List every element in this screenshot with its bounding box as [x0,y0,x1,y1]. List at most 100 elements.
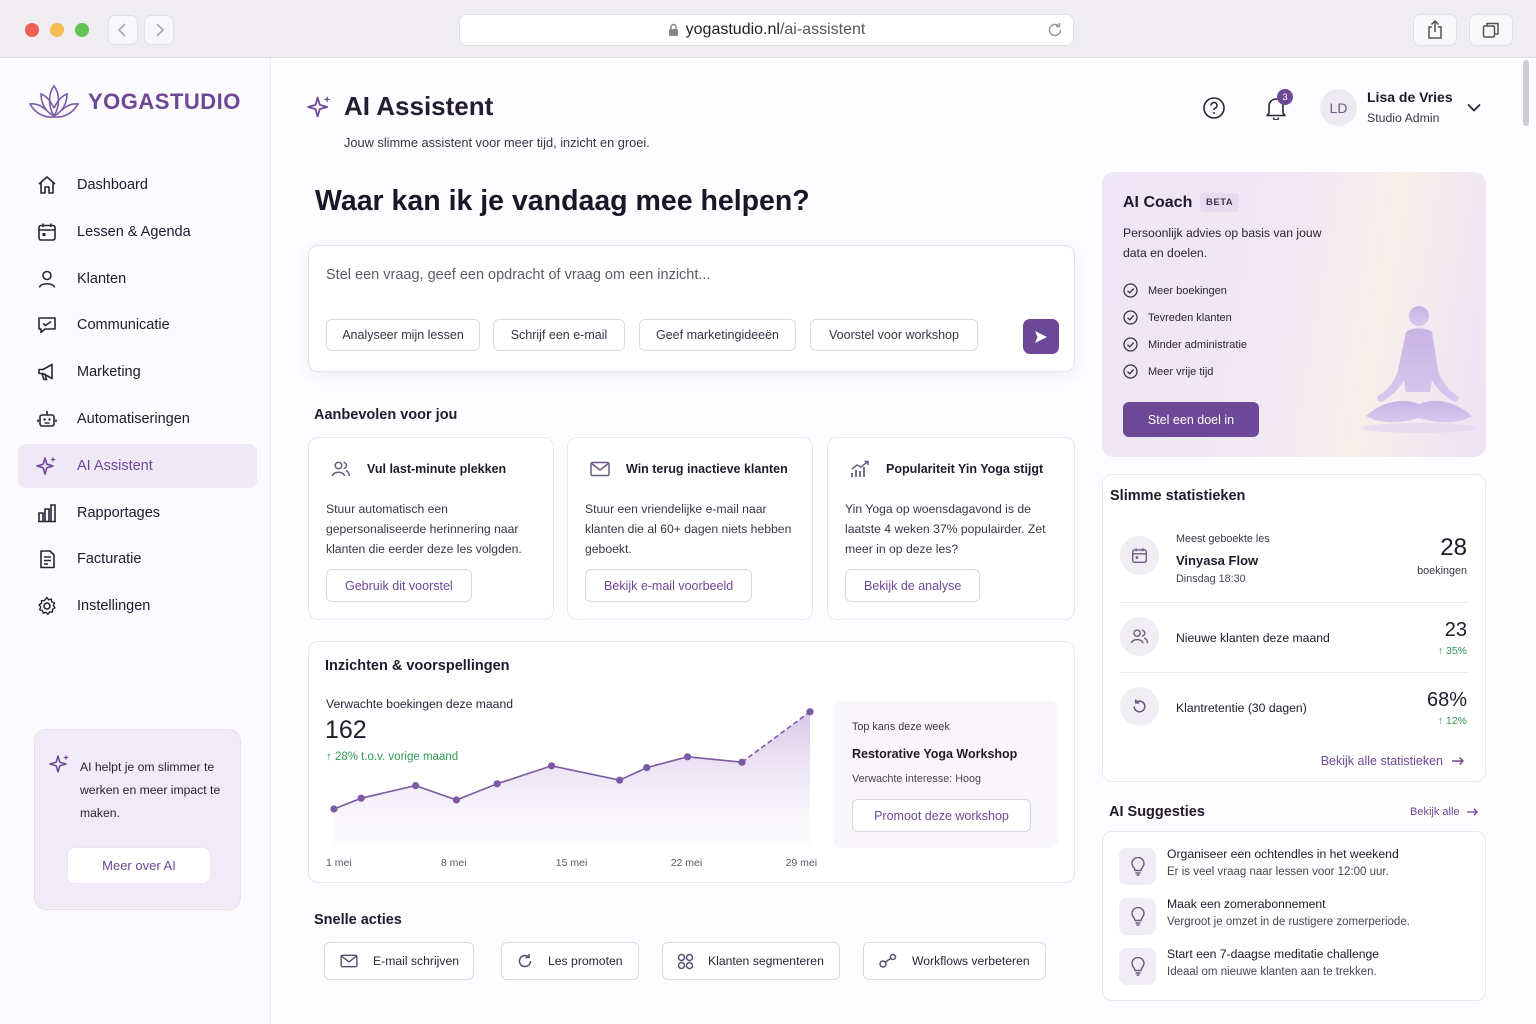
minimize-window-button[interactable] [50,23,64,37]
data-point[interactable] [643,764,651,772]
stat-change: ↑ 12% [1437,715,1467,727]
set-goal-button[interactable]: Stel een doel in [1123,402,1259,437]
meer-over-ai-button[interactable]: Meer over AI [67,847,211,884]
suggestion-subtitle: Vergroot je omzet in de rustigere zomerp… [1167,916,1410,928]
x-tick-label: 8 mei [440,857,467,869]
megaphone-icon [36,361,58,383]
logo[interactable]: YOGASTUDIO [28,82,241,122]
avatar[interactable]: LD [1320,89,1357,126]
sidebar-item-instellingen[interactable]: Instellingen [18,584,257,628]
home-icon [36,174,58,196]
suggestion-item[interactable]: Maak een zomerabonnement Vergroot je omz… [1117,897,1477,937]
close-window-button[interactable] [25,23,39,37]
top-opportunity-interest: Verwachte interesse: Hoog [852,773,982,785]
data-point[interactable] [738,758,746,766]
suggestion-subtitle: Ideaal om nieuwe klanten aan te trekken. [1167,966,1377,978]
user-role: Studio Admin [1367,111,1440,125]
data-point[interactable] [616,776,624,784]
use-suggestion-button[interactable]: Gebruik dit voorstel [326,569,472,602]
tabs-button[interactable] [1469,14,1513,46]
sidebar-item-automatiseringen[interactable]: Automatiseringen [18,397,257,441]
x-tick-label: 29 mei [785,857,818,869]
user-menu-toggle[interactable] [1466,99,1482,115]
sidebar-item-label: Communicatie [77,317,170,334]
sidebar-item-communicatie[interactable]: Communicatie [18,303,257,347]
view-all-stats-link[interactable]: Bekijk alle statistieken [1321,754,1465,768]
suggestion-item[interactable]: Start een 7-daagse meditatie challenge I… [1117,947,1477,987]
recommendation-card: Populariteit Yin Yoga stijgt Yin Yoga op… [827,437,1075,620]
data-point[interactable] [684,753,692,761]
send-button[interactable] [1023,319,1059,354]
lotus-logo-icon [28,84,80,118]
sidebar-item-lessen[interactable]: Lessen & Agenda [18,210,257,254]
forward-button[interactable] [144,15,174,45]
ai-coach-card: AI Coach BETA Persoonlijk advies op basi… [1102,172,1486,457]
stats-heading: Slimme statistieken [1110,488,1246,504]
quick-action-label: Les promoten [548,954,623,968]
prompt-box[interactable]: Stel een vraag, geef een opdracht of vra… [308,245,1075,372]
view-analysis-button[interactable]: Bekijk de analyse [845,569,981,602]
chip-marketingideeen[interactable]: Geef marketingideeën [639,319,796,351]
user-name[interactable]: Lisa de Vries [1367,89,1453,105]
coach-description: Persoonlijk advies op basis van jouw dat… [1123,226,1322,260]
check-circle-icon [1123,310,1138,325]
data-point[interactable] [493,780,501,788]
stat-row-retention: Klantretentie (30 dagen) 68% ↑ 12% [1103,673,1487,743]
sidebar-item-label: AI Assistent [77,457,153,474]
arrow-right-icon [1452,757,1464,765]
quick-action-workflows[interactable]: Workflows verbeteren [863,942,1046,980]
quick-action-email[interactable]: E-mail schrijven [324,942,474,980]
check-circle-icon [1123,283,1138,298]
link-label: Bekijk alle statistieken [1320,754,1443,768]
reload-icon[interactable] [1046,21,1064,39]
view-all-suggestions-link[interactable]: Bekijk alle [1410,806,1479,818]
x-tick-label: 1 mei [326,857,352,869]
back-button[interactable] [108,15,138,45]
address-bar[interactable]: yogastudio.nl/ai-assistent [459,14,1074,46]
data-point[interactable] [806,708,814,716]
sidebar-item-label: Dashboard [77,177,148,193]
data-point[interactable] [452,796,460,804]
card-body: Stuur automatisch een gepersonaliseerde … [326,502,522,556]
top-opportunity-name: Restorative Yoga Workshop [852,747,1018,761]
sidebar-nav: Dashboard Lessen & Agenda Klanten Commun… [18,163,257,631]
card-body: Yin Yoga op woensdagavond is de laatste … [845,502,1046,556]
quick-action-promote[interactable]: Les promoten [501,942,639,980]
scrollbar[interactable] [1523,60,1529,126]
share-button[interactable] [1413,14,1457,46]
chip-schrijf-email[interactable]: Schrijf een e-mail [493,319,625,351]
page-subtitle: Jouw slimme assistent voor meer tijd, in… [344,135,650,150]
quick-action-segment[interactable]: Klanten segmenteren [662,942,840,980]
sidebar-item-dashboard[interactable]: Dashboard [18,163,257,207]
user-icon [36,268,58,290]
sidebar-item-klanten[interactable]: Klanten [18,257,257,301]
data-point[interactable] [330,805,338,813]
data-point[interactable] [357,794,365,802]
beta-badge: BETA [1200,193,1240,212]
arrow-right-icon [1466,808,1478,816]
users-icon [328,456,354,482]
stat-label: Nieuwe klanten deze maand [1176,631,1330,645]
sidebar-item-label: Automatiseringen [77,410,190,427]
chip-workshop[interactable]: Voorstel voor workshop [810,319,978,351]
sidebar-item-ai-assistent[interactable]: AI Assistent [18,443,257,488]
sidebar-item-label: Rapportages [77,504,161,521]
help-icon [1203,97,1225,119]
chip-analyseer[interactable]: Analyseer mijn lessen [326,319,480,351]
view-email-button[interactable]: Bekijk e-mail voorbeeld [585,569,753,602]
chevron-right-icon [156,23,165,37]
data-point[interactable] [412,782,420,790]
suggestion-title: Maak een zomerabonnement [1167,897,1326,911]
help-button[interactable] [1201,95,1227,121]
sidebar-item-rapportages[interactable]: Rapportages [18,491,257,535]
prompt-input[interactable]: Stel een vraag, geef een opdracht of vra… [326,267,711,283]
recommended-heading: Aanbevolen voor jou [314,407,458,423]
promote-workshop-button[interactable]: Promoot deze workshop [852,799,1031,832]
sidebar-item-facturatie[interactable]: Facturatie [18,537,257,581]
stat-class-name: Vinyasa Flow [1176,553,1259,568]
sidebar-item-marketing[interactable]: Marketing [18,350,257,394]
mail-icon [587,456,613,482]
maximize-window-button[interactable] [75,23,89,37]
data-point[interactable] [548,762,556,770]
suggestion-item[interactable]: Organiseer een ochtendles in het weekend… [1117,847,1477,887]
